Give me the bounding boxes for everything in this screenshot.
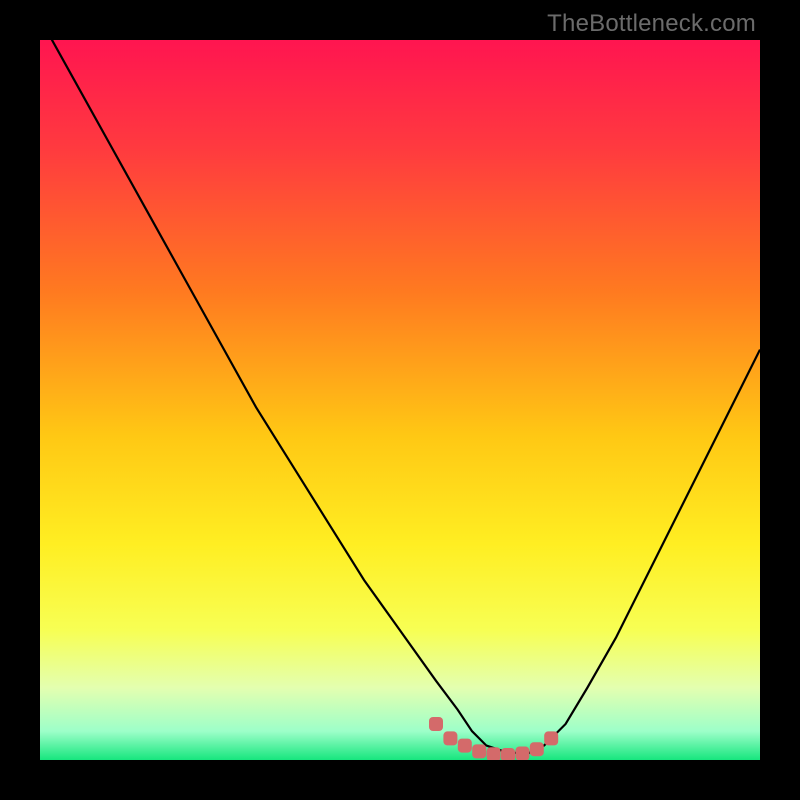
marker-point: [501, 748, 515, 760]
plot-area: [40, 40, 760, 760]
chart-frame: TheBottleneck.com: [0, 0, 800, 800]
marker-point: [458, 739, 472, 753]
marker-point: [472, 744, 486, 758]
marker-point: [429, 717, 443, 731]
marker-point: [487, 747, 501, 760]
marker-point: [515, 747, 529, 760]
watermark-text: TheBottleneck.com: [547, 10, 756, 38]
optimal-range-markers: [40, 40, 760, 760]
marker-point: [544, 731, 558, 745]
marker-point: [530, 742, 544, 756]
marker-point: [443, 731, 457, 745]
